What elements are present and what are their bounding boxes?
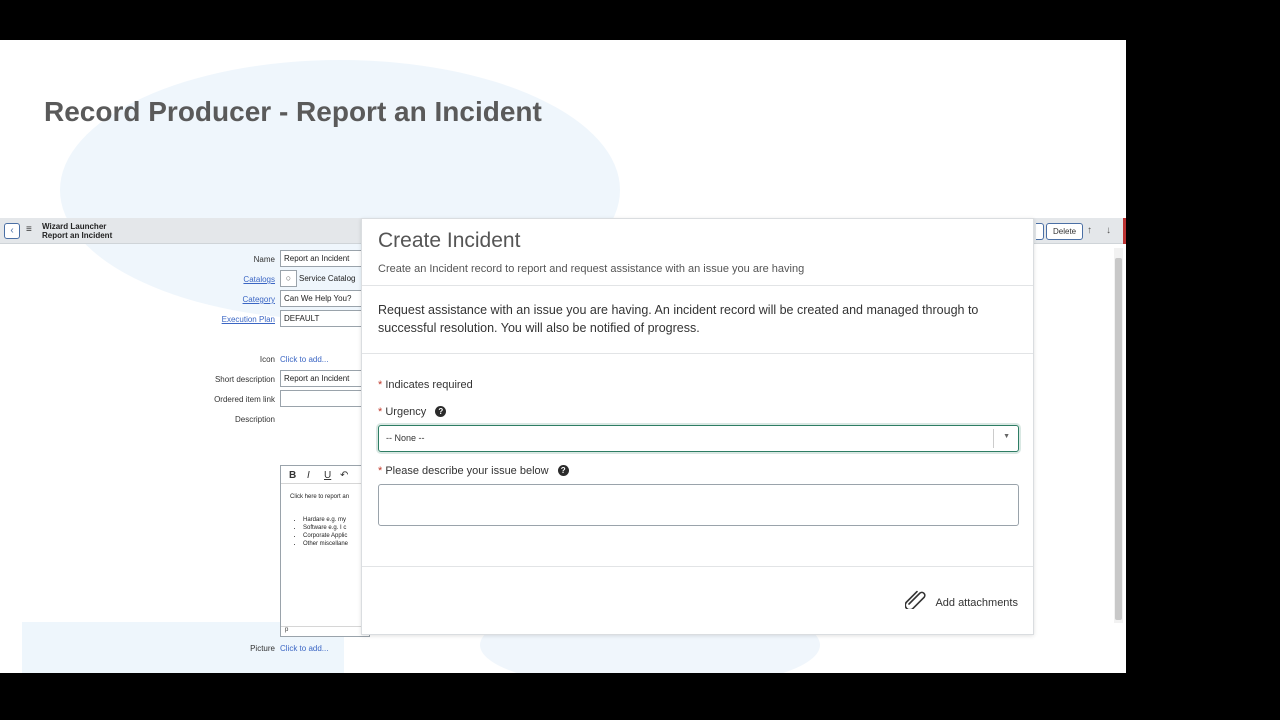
scrollbar-thumb[interactable] xyxy=(1115,258,1122,620)
add-attachments-label: Add attachments xyxy=(935,597,1018,609)
short-description-label: Short description xyxy=(214,375,275,384)
issue-textarea[interactable] xyxy=(378,484,1019,526)
lock-icon[interactable]: ○ xyxy=(280,270,297,287)
picture-label: Picture xyxy=(250,644,275,653)
urgency-select-value: -- None -- xyxy=(386,433,425,443)
ordered-item-link-label: Ordered item link xyxy=(214,395,275,404)
picture-add-link[interactable]: Click to add... xyxy=(280,644,328,653)
divider xyxy=(362,566,1033,567)
bold-button[interactable]: B xyxy=(289,470,296,481)
slide-title: Record Producer - Report an Incident xyxy=(44,96,542,127)
description-label: Description xyxy=(234,415,275,424)
urgency-label: * Urgency ? xyxy=(378,406,447,418)
divider xyxy=(993,429,994,448)
urgency-label-text: Urgency xyxy=(385,406,427,418)
list-item: Corporate Applic xyxy=(303,532,348,540)
name-label: Name xyxy=(253,255,275,264)
icon-add-link[interactable]: Click to add... xyxy=(280,355,328,364)
urgency-select[interactable]: -- None -- ▼ xyxy=(378,425,1019,452)
undo-icon[interactable]: ↶ xyxy=(340,470,348,481)
arrow-down-icon[interactable]: ↓ xyxy=(1106,225,1111,236)
required-marker: * xyxy=(378,379,383,391)
required-note: * Indicates required xyxy=(378,379,473,391)
issue-label-text: Please describe your issue below xyxy=(385,465,549,477)
chevron-down-icon[interactable]: ▼ xyxy=(1003,433,1010,440)
list-item: Software e.g. I c xyxy=(303,524,348,532)
create-incident-modal: Create Incident Create an Incident recor… xyxy=(361,218,1034,635)
question-circle-icon[interactable]: ? xyxy=(435,406,447,417)
editor-toolbar: B I U ↶ xyxy=(281,466,369,484)
divider xyxy=(362,285,1033,286)
required-marker: * xyxy=(378,406,383,418)
back-icon[interactable]: ‹ xyxy=(4,223,20,239)
paperclip-icon xyxy=(904,589,927,615)
editor-statusbar: p xyxy=(281,626,369,636)
issue-label: * Please describe your issue below ? xyxy=(378,465,569,477)
required-note-text: Indicates required xyxy=(385,379,473,391)
breadcrumb-record: Report an Incident xyxy=(42,231,113,240)
catalogs-link[interactable]: Catalogs xyxy=(155,275,275,284)
required-marker: * xyxy=(378,465,383,477)
arrow-up-icon[interactable]: ↑ xyxy=(1087,225,1092,236)
execution-plan-link[interactable]: Execution Plan xyxy=(155,315,275,324)
question-circle-icon[interactable]: ? xyxy=(557,465,569,476)
breadcrumb-title: Wizard Launcher xyxy=(42,222,107,231)
modal-title: Create Incident xyxy=(378,229,521,252)
add-attachments-button[interactable]: Add attachments xyxy=(904,589,1018,615)
modal-description: Request assistance with an issue you are… xyxy=(378,303,979,335)
divider xyxy=(362,353,1033,354)
description-editor[interactable]: B I U ↶ Click here to report an Hardare … xyxy=(280,465,370,637)
editor-intro-text: Click here to report an xyxy=(290,494,350,500)
icon-label: Icon xyxy=(259,355,275,364)
catalogs-value: Service Catalog xyxy=(299,274,356,283)
list-item: Hardare e.g. my xyxy=(303,516,348,524)
header-button[interactable] xyxy=(1036,223,1044,240)
header-accent xyxy=(1123,218,1126,244)
list-item: Other miscellane xyxy=(303,540,348,548)
underline-button[interactable]: U xyxy=(324,470,331,481)
italic-button[interactable]: I xyxy=(307,470,310,481)
category-link[interactable]: Category xyxy=(155,295,275,304)
delete-button[interactable]: Delete xyxy=(1046,223,1084,240)
modal-subtitle: Create an Incident record to report and … xyxy=(378,263,805,275)
editor-bullet-list: Hardare e.g. my Software e.g. I c Corpor… xyxy=(303,516,348,548)
hamburger-icon[interactable]: ≡ xyxy=(26,224,32,235)
